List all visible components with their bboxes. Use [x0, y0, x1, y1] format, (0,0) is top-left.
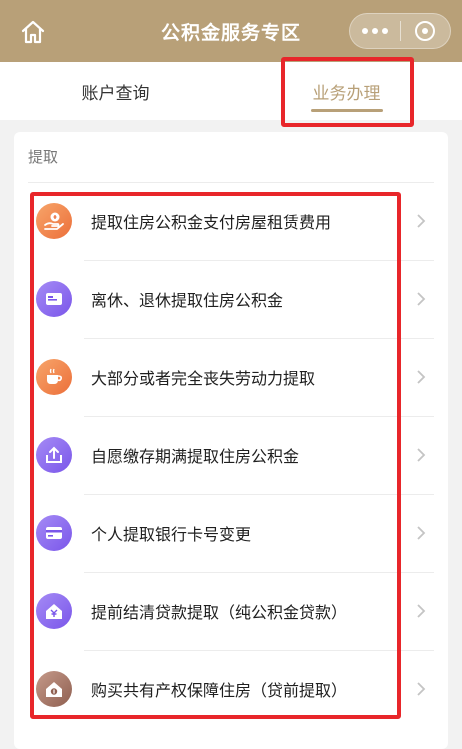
- title-bar: 公积金服务专区: [0, 0, 462, 62]
- mini-program-capsule: [349, 13, 451, 49]
- withdraw-list: 提取住房公积金支付房屋租赁费用 离休、退休提取住房公积金 大部分或者完全丧失劳动…: [14, 182, 448, 728]
- item-label: 个人提取银行卡号变更: [91, 525, 252, 544]
- more-button[interactable]: [350, 13, 400, 49]
- list-item[interactable]: 提前结清贷款提取（纯公积金贷款）: [14, 572, 448, 650]
- item-label: 购买共有产权保障住房（贷前提取）: [91, 681, 348, 700]
- item-label: 大部分或者完全丧失劳动力提取: [91, 369, 316, 388]
- id-card-icon: [36, 281, 72, 317]
- list-item[interactable]: 大部分或者完全丧失劳动力提取: [14, 338, 448, 416]
- list-item[interactable]: 购买共有产权保障住房（贷前提取）: [14, 650, 448, 728]
- list-item[interactable]: 提取住房公积金支付房屋租赁费用: [14, 182, 448, 260]
- chevron-right-icon: [417, 682, 426, 696]
- bank-card-icon: [36, 515, 72, 551]
- item-label: 提前结清贷款提取（纯公积金贷款）: [91, 603, 348, 622]
- chevron-right-icon: [417, 370, 426, 384]
- more-dots-icon: [361, 28, 368, 34]
- withdraw-card: 提取 提取住房公积金支付房屋租赁费用 离休、退休提取住房公积金 大部分或者完全丧…: [14, 132, 448, 749]
- target-circle-icon: [415, 21, 436, 41]
- chevron-right-icon: [417, 448, 426, 462]
- item-label: 自愿缴存期满提取住房公积金: [91, 447, 300, 466]
- house-dollar-icon: [36, 671, 72, 707]
- chevron-right-icon: [417, 292, 426, 306]
- chevron-right-icon: [417, 604, 426, 618]
- chevron-right-icon: [417, 214, 426, 228]
- tab-bar: 账户查询 业务办理: [0, 62, 462, 120]
- list-item[interactable]: 离休、退休提取住房公积金: [14, 260, 448, 338]
- tab-account-query[interactable]: 账户查询: [0, 62, 231, 120]
- coffee-cup-icon: [36, 359, 72, 395]
- chevron-right-icon: [417, 526, 426, 540]
- money-hand-icon: [36, 203, 72, 239]
- item-label: 离休、退休提取住房公积金: [91, 291, 284, 310]
- page-title: 公积金服务专区: [160, 21, 301, 44]
- section-title: 提取: [28, 148, 59, 166]
- list-item[interactable]: 个人提取银行卡号变更: [14, 494, 448, 572]
- upload-tray-icon: [36, 437, 72, 473]
- home-icon: [21, 20, 45, 44]
- item-label: 提取住房公积金支付房屋租赁费用: [91, 213, 332, 232]
- tab-business[interactable]: 业务办理: [231, 62, 462, 120]
- close-mini-program-button[interactable]: [400, 13, 450, 49]
- yuan-house-icon: [36, 593, 72, 629]
- home-button[interactable]: [18, 17, 48, 47]
- list-item[interactable]: 自愿缴存期满提取住房公积金: [14, 416, 448, 494]
